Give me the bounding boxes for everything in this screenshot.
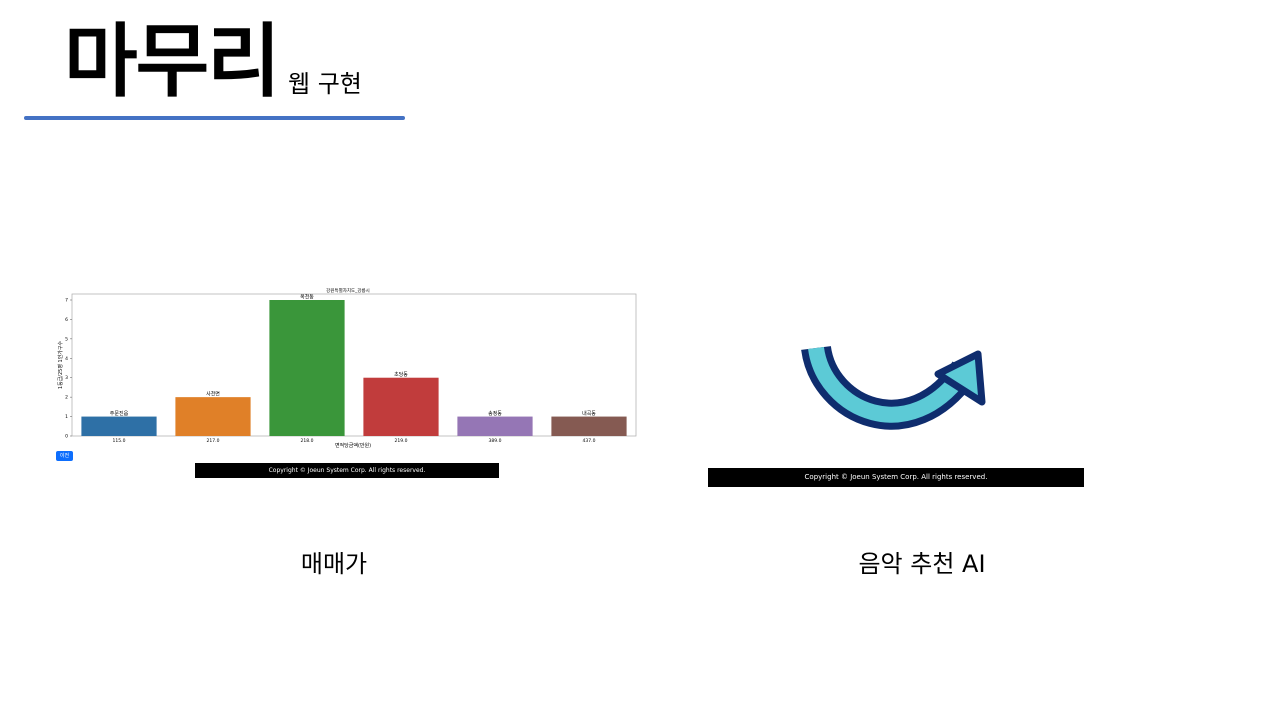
y-tick-label: 7 <box>65 298 68 304</box>
bar-label: 내곡동 <box>582 410 596 417</box>
bar-label: 송정동 <box>488 410 502 417</box>
bar <box>457 416 533 436</box>
bar <box>81 416 157 436</box>
y-tick-label: 6 <box>65 317 68 323</box>
slide-title: 마무리 <box>64 15 281 108</box>
bar <box>551 416 627 436</box>
y-tick-label: 4 <box>65 356 68 362</box>
curved-arrow-icon <box>800 340 990 440</box>
x-tick-label: 218.0 <box>301 438 314 444</box>
x-tick-label: 115.0 <box>113 438 126 444</box>
caption-music-ai: 음악 추천 AI <box>858 550 986 578</box>
bar-chart: 강원특별자치도_강릉시 0 1 2 3 4 5 6 7 주문진읍 사천면 옥천동초당동송정동 내곡동… <box>57 287 637 449</box>
y-axis-label: 1등급/25평 1인가구수 <box>57 341 64 390</box>
bar-label: 초당동 <box>394 371 408 378</box>
y-tick-label: 2 <box>65 395 68 401</box>
chart-screenshot: 강원특별자치도_강릉시 0 1 2 3 4 5 6 7 주문진읍 사천면 옥천동초당동송정동 내곡동… <box>56 286 640 452</box>
bar <box>363 377 439 436</box>
y-tick-label: 3 <box>65 375 68 381</box>
bar-label: 주문진읍 <box>110 410 129 417</box>
footer-copyright-left: Copyright © Joeun System Corp. All right… <box>195 463 499 478</box>
caption-price: 매매가 <box>300 550 368 578</box>
bar-label: 옥천동 <box>300 294 314 301</box>
x-axis-label: 면적당금액(만원) <box>335 442 371 449</box>
title-underline <box>24 116 405 120</box>
plot-frame <box>71 293 637 437</box>
bar-label: 사천면 <box>206 391 220 398</box>
x-tick-label: 217.0 <box>207 438 220 444</box>
y-tick-label: 1 <box>65 414 68 420</box>
slide-subtitle: 웹 구현 <box>288 70 362 98</box>
footer-copyright-right: Copyright © Joeun System Corp. All right… <box>708 468 1084 487</box>
x-tick-label: 437.0 <box>583 438 596 444</box>
previous-button[interactable]: 이전 <box>56 451 73 461</box>
bar <box>269 300 345 436</box>
x-tick-label: 219.0 <box>395 438 408 444</box>
bar <box>175 397 251 436</box>
y-tick-label: 5 <box>65 336 68 342</box>
x-tick-label: 389.0 <box>489 438 502 444</box>
chart-title: 강원특별자치도_강릉시 <box>326 287 370 294</box>
y-tick-label: 0 <box>65 434 68 440</box>
